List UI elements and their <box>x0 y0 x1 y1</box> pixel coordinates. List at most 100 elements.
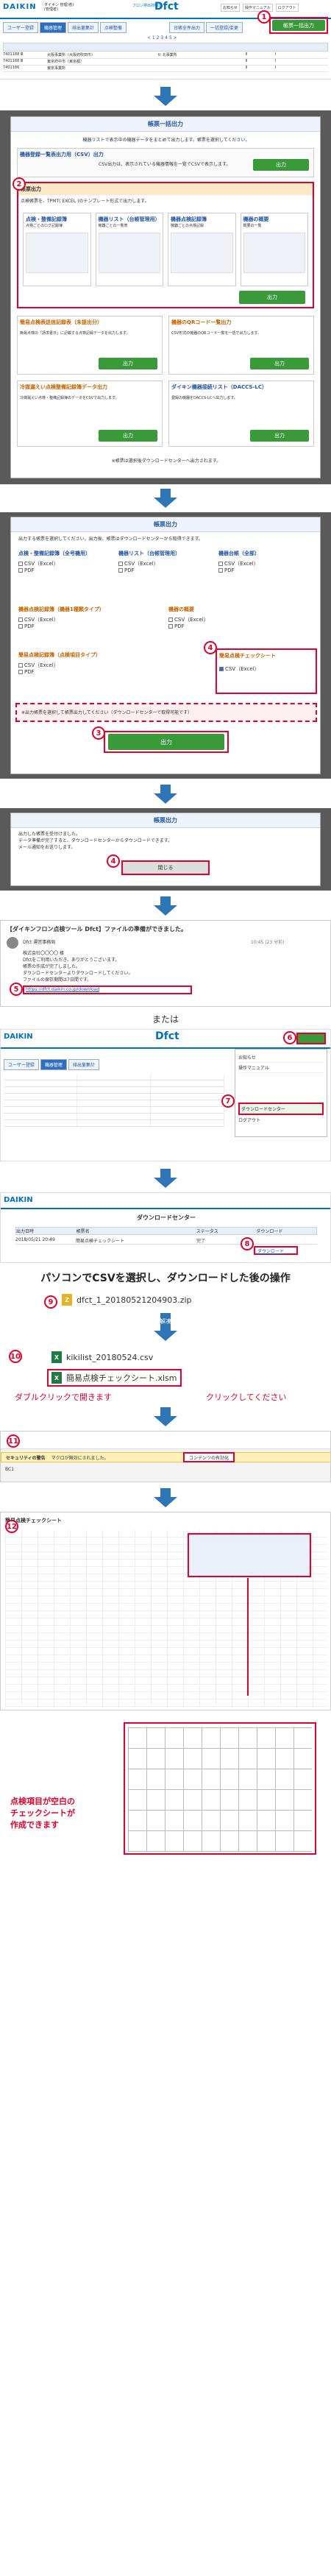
user-menu: お知らせ 操作マニュアル ダウンロードセンター ログアウト <box>235 1049 327 1137</box>
checkbox[interactable] <box>168 618 173 622</box>
menu-item[interactable]: 操作マニュアル <box>238 1063 324 1073</box>
menu-item-download-center[interactable]: ダウンロードセンター <box>238 1103 324 1115</box>
double-click-note: ダブルクリックで開きます <box>15 1393 112 1402</box>
equipment-table <box>4 1074 224 1127</box>
report-card[interactable]: 機器点検記録簿 機器ごとの点検記録 <box>168 213 236 286</box>
table-row[interactable]: 7401186 東京事業所 Ⅱ Ⅰ <box>3 66 328 72</box>
zip-file[interactable]: Z dfct_1_20180521204903.zip <box>62 1294 192 1306</box>
table-row <box>4 1114 224 1120</box>
page-title: ダウンロードセンター <box>137 1214 196 1221</box>
table-row <box>4 1080 224 1087</box>
csv-desc: CSV出力は、表示されている機器情報を一覧でCSVで表示します。 <box>99 162 231 167</box>
tab-emissions[interactable]: 排出量集計 <box>68 1059 99 1070</box>
down-arrow-icon <box>154 489 177 508</box>
dialog-note: ※出力帳票を選択して帳票出力してください（ダウンロードセンターで取得可能です） <box>15 703 317 722</box>
step-badge-9: 9 <box>44 1295 57 1309</box>
report-section-desc: 点検帳票を、TPMT( EXCEL )のテンプレート形式で出力します。 <box>21 199 149 204</box>
checkbox[interactable] <box>18 568 23 573</box>
email-download-link[interactable]: https://dfct.daikin.co.jp/download <box>23 986 192 994</box>
report-card[interactable]: 点検・整備記録簿 点検ごとのログ記録簿 <box>23 213 91 286</box>
or-text: または <box>152 1014 179 1025</box>
dialog-intro: 機器リストで表示中の機器データをまとめて出力します。帳票を選択してください。 <box>82 138 250 143</box>
leak-output-button[interactable]: 出力 <box>99 430 157 442</box>
report-card[interactable]: 機器リスト（台帳管理用） 機器ごとの一覧表 <box>95 213 163 286</box>
tab-emissions[interactable]: 排出量集計 <box>67 22 99 33</box>
checksheet-file[interactable]: X 簡易点検チェックシート.xlsm <box>47 1369 182 1387</box>
checkbox[interactable] <box>18 624 23 629</box>
bulk-register-button[interactable]: 一括登録/変更 <box>206 22 243 33</box>
step-badge-3: 3 <box>92 726 105 740</box>
download-table-header: 出力日時 帳票名 ステータス ダウンロード <box>15 1227 317 1235</box>
table-row: 2018/05/21 20:49 簡易点検チェックシート 完了 <box>15 1237 317 1245</box>
email-subject: 【ダイキンフロン点検ツール Dfct】ファイルの準備ができました。 <box>7 926 187 933</box>
qr-output-button[interactable]: 出力 <box>250 358 309 369</box>
menu-item-logout[interactable]: ログアウト <box>238 1115 324 1125</box>
table-row[interactable]: 7401188 Ⅲ 大阪事業所（大阪府吹田市）セ 北事業所 Ⅱ Ⅰ <box>3 52 328 59</box>
confirm-dialog: 帳票出力 出力した帳票を受付けました。 データ準備が完了すると、ダウンロードセンタ… <box>10 813 321 886</box>
table-row[interactable]: 7401188 Ⅲ 東京府中市（東京都） Ⅱ Ⅰ <box>3 59 328 66</box>
security-bar: セキュリティの警告 マクロが無効にされました。 <box>1 1452 330 1462</box>
step-badge-5: 5 <box>10 983 23 996</box>
tab-users[interactable]: ユーザー登録 <box>4 1059 39 1070</box>
unzip-label: 解凍 <box>160 1318 171 1325</box>
step-badge-4: 4 <box>107 854 120 868</box>
security-warning-msg: マクロが無効にされました。 <box>51 1455 109 1461</box>
checkbox[interactable] <box>18 670 23 674</box>
simple-inspection-output-button[interactable]: 出力 <box>99 358 157 369</box>
step-badge-1: 1 <box>257 10 271 24</box>
confirm-text: 出力した帳票を受付けました。 データ準備が完了すると、ダウンロードセンターからダウ… <box>18 832 173 850</box>
ribbon-bar <box>1 1432 330 1449</box>
report-card[interactable]: 機器の概要 概要の一覧 <box>240 213 308 286</box>
checkbox[interactable] <box>218 568 223 573</box>
pagination[interactable]: < 1 2 3 4 5 > <box>147 35 177 40</box>
report-section-title: 帳票出力 <box>18 183 313 195</box>
checkbox[interactable] <box>118 562 123 566</box>
checksheet-view: 簡易点検チェックシート 12 <box>0 1512 331 1710</box>
table-row <box>4 1100 224 1107</box>
toolbar: 台帳全件出力 一括登録/変更 <box>169 22 244 33</box>
checksheet-checkbox[interactable] <box>219 667 224 671</box>
checkbox[interactable] <box>18 618 23 622</box>
logout-link[interactable]: ログアウト <box>275 4 299 12</box>
checkbox[interactable] <box>18 663 23 668</box>
down-arrow-icon <box>154 896 177 916</box>
checkbox[interactable] <box>18 562 23 566</box>
excel-ribbon: セキュリティの警告 マクロが無効にされました。 コンテンツの有効化 BC1 11 <box>0 1431 331 1482</box>
csv-file[interactable]: X kikilist_20180524.csv <box>51 1351 153 1363</box>
tab-equipment[interactable]: 機器管理 <box>40 1059 67 1070</box>
main-tabs: ユーザー登録 機器管理 排出量集計 点検整備 <box>3 22 128 33</box>
report-select-dialog: 帳票出力 出力する帳票を選択してください。出力後、帳票はダウンロードセンターから… <box>10 517 321 774</box>
header-link-news[interactable]: お知らせ <box>221 4 240 12</box>
checkbox[interactable] <box>118 568 123 573</box>
menu-item[interactable]: お知らせ <box>238 1052 324 1063</box>
qr-section: 機器のQRコード一覧出力 CSV形式の機器のQRコード一覧を一括で出力します。 … <box>168 316 314 375</box>
report-output-button[interactable]: 出力 <box>239 291 305 304</box>
step-badge-8: 8 <box>241 1237 254 1250</box>
step-badge-2: 2 <box>13 177 26 191</box>
download-link[interactable]: ダウンロード <box>254 1246 298 1255</box>
user-menu-button[interactable] <box>296 1033 326 1044</box>
header-link-manual[interactable]: 操作マニュアル <box>242 4 273 12</box>
dialog-output-button[interactable]: 出力 <box>108 734 224 750</box>
tab-users[interactable]: ユーザー登録 <box>3 22 38 33</box>
tab-inspection[interactable]: 点検整備 <box>99 22 127 33</box>
bulk-report-dialog: 帳票一括出力 機器リストで表示中の機器データをまとめて出力します。帳票を選択して… <box>10 116 321 478</box>
avatar <box>7 937 18 949</box>
tab-equipment[interactable]: 機器管理 <box>39 22 66 33</box>
dialog-title: 帳票出力 <box>11 517 320 532</box>
checkbox[interactable] <box>168 624 173 629</box>
click-note: クリックしてください <box>206 1393 287 1402</box>
close-button[interactable]: 閉じる <box>121 860 210 875</box>
enable-content-button[interactable]: コンテンツの有効化 <box>183 1452 235 1462</box>
csv-output-button[interactable]: 出力 <box>253 159 309 171</box>
dialog-footer-note: ※帳票は選択後ダウンロードセンターへ出力されます。 <box>111 459 221 464</box>
final-note: 点検項目が空白の チェックシートが 作成できます <box>10 1797 75 1830</box>
product-logo: Dfct <box>155 1030 179 1042</box>
app-screen-main: DAIKIN ダイキン 管理(者) (管理者) フロン排出抑制法 Dfct お知ら… <box>0 0 331 79</box>
daccs-output-button[interactable]: 出力 <box>250 430 309 442</box>
checkbox[interactable] <box>218 562 223 566</box>
zoom-grid <box>128 1727 312 1852</box>
dialog-title: 帳票一括出力 <box>11 117 320 132</box>
down-arrow-icon <box>154 785 177 804</box>
export-all-button[interactable]: 台帳全件出力 <box>169 22 205 33</box>
